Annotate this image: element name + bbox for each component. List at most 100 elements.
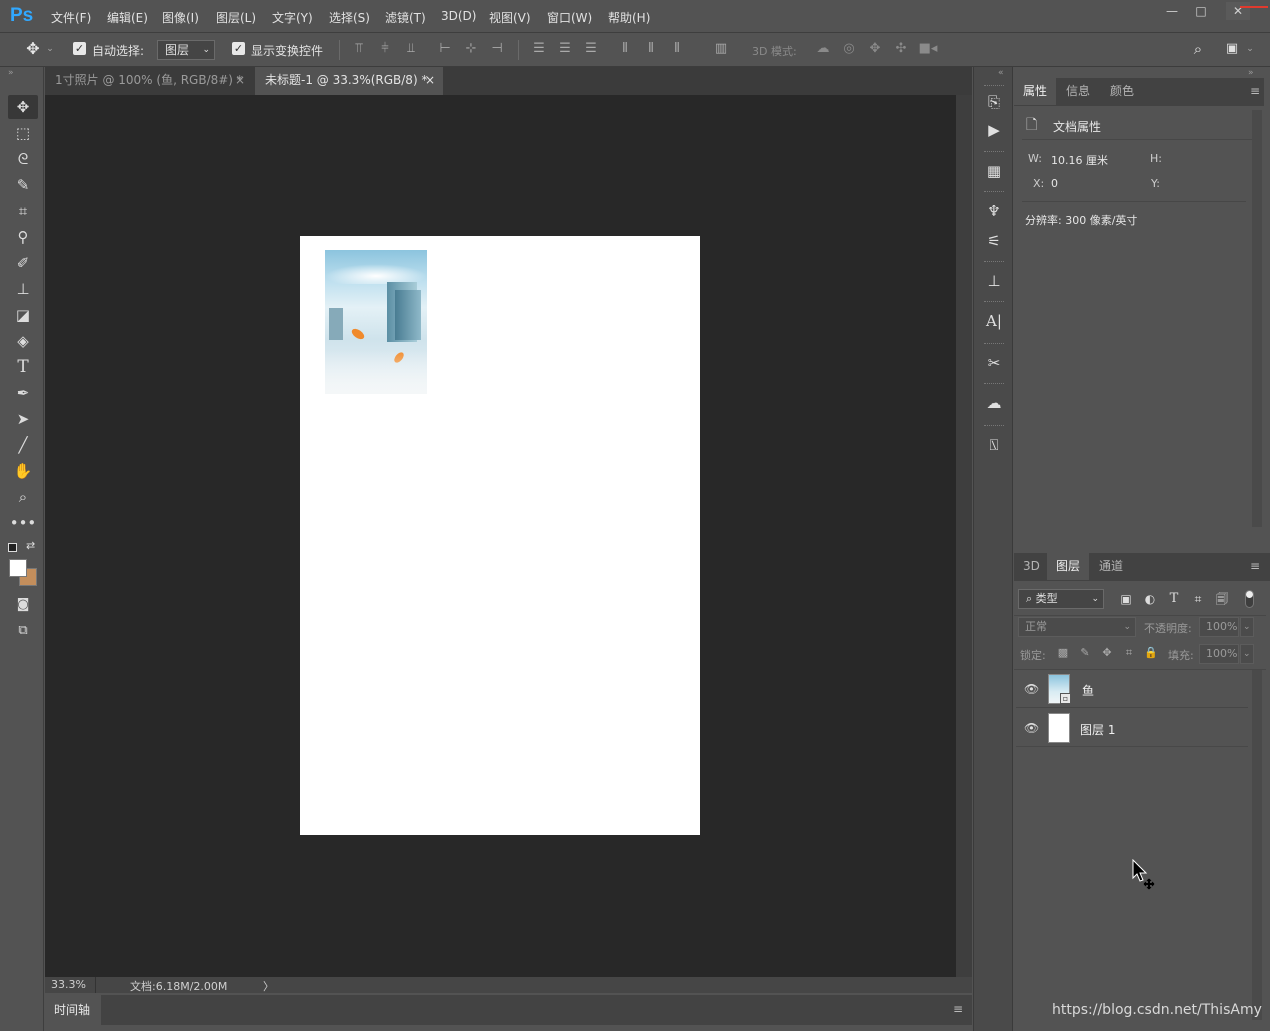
paths-icon[interactable]: ⍂	[982, 433, 1006, 457]
lasso-icon[interactable]: ᘓ	[8, 147, 38, 171]
filter-shape-icon[interactable]: ⌗	[1190, 589, 1206, 609]
zoom-level[interactable]: 33.3%	[51, 978, 86, 991]
filter-smart-object-icon[interactable]: 🗐	[1214, 589, 1230, 609]
lock-artboard-icon[interactable]: ⌗	[1122, 643, 1136, 663]
tab-channels[interactable]: 通道	[1090, 553, 1132, 580]
tab-3d[interactable]: 3D	[1014, 553, 1049, 580]
move-tool-icon[interactable]: ✥	[8, 95, 38, 119]
auto-select-dropdown[interactable]: 图层 ⌄	[157, 40, 215, 60]
visibility-eye-icon[interactable]: 👁	[1024, 682, 1039, 696]
workspace-chevron-down-icon[interactable]: ⌄	[1244, 39, 1256, 59]
vertical-scrollbar[interactable]	[956, 95, 972, 977]
width-value[interactable]: 10.16 厘米	[1051, 152, 1108, 168]
3d-slide-icon[interactable]: ✣	[892, 39, 910, 59]
collapse-toolbar-icon[interactable]: »	[8, 68, 14, 78]
menu-layer[interactable]: 图层(L)	[216, 9, 256, 26]
menu-image[interactable]: 图像(I)	[162, 9, 199, 26]
fill-chevron-down-icon[interactable]: ⌄	[1240, 644, 1254, 664]
brushes-icon[interactable]: ♆	[982, 199, 1006, 223]
search-icon[interactable]: ⌕	[1188, 39, 1208, 59]
actions-play-icon[interactable]: ▶	[982, 118, 1006, 142]
character-icon[interactable]: A|	[982, 309, 1006, 333]
clone-stamp-icon[interactable]: ⊥	[8, 277, 38, 301]
menu-help[interactable]: 帮助(H)	[608, 9, 650, 26]
document-canvas[interactable]	[300, 236, 700, 835]
panel-menu-icon[interactable]: ≡	[1250, 84, 1260, 98]
visibility-eye-icon[interactable]: 👁	[1024, 721, 1039, 735]
3d-scale-camera-icon[interactable]: ■◂	[918, 39, 938, 59]
menu-3d[interactable]: 3D(D)	[441, 9, 476, 23]
show-transform-checkbox[interactable]: ✓	[232, 42, 245, 55]
fill-input[interactable]: 100%	[1199, 644, 1239, 664]
path-selection-icon[interactable]: ➤	[8, 407, 38, 431]
distribute-vcenter-icon[interactable]: ☰	[556, 39, 574, 59]
3d-orbit-icon[interactable]: ☁	[814, 39, 832, 59]
auto-align-layers-icon[interactable]: ▥	[712, 39, 730, 59]
layers-scrollbar[interactable]	[1252, 670, 1262, 1020]
align-right-edges-icon[interactable]: ⊣	[488, 39, 506, 59]
minimize-button[interactable]: —	[1160, 2, 1184, 20]
layer-name[interactable]: 鱼	[1082, 682, 1094, 699]
align-vertical-centers-icon[interactable]: ⫩	[376, 39, 394, 59]
timeline-menu-icon[interactable]: ≡	[953, 1002, 963, 1016]
blend-mode-dropdown[interactable]: 正常 ⌄	[1018, 617, 1136, 637]
layer-name[interactable]: 图层 1	[1080, 721, 1115, 738]
quick-mask-icon[interactable]: ◙	[8, 593, 38, 617]
type-tool-icon[interactable]: T	[8, 355, 38, 379]
menu-filter[interactable]: 滤镜(T)	[385, 9, 426, 26]
3d-pan-icon[interactable]: ✥	[866, 39, 884, 59]
tab-color[interactable]: 颜色	[1101, 78, 1143, 105]
menu-type[interactable]: 文字(Y)	[272, 9, 313, 26]
menu-file[interactable]: 文件(F)	[51, 9, 91, 26]
history-icon[interactable]: ⎘	[982, 90, 1006, 114]
align-left-edges-icon[interactable]: ⊢	[436, 39, 454, 59]
paint-bucket-icon[interactable]: ◈	[8, 329, 38, 353]
distribute-left-icon[interactable]: ⦀	[616, 39, 634, 59]
menu-view[interactable]: 视图(V)	[489, 9, 531, 26]
tab-info[interactable]: 信息	[1057, 78, 1099, 105]
collapse-panels-icon[interactable]: »	[1248, 68, 1254, 78]
maximize-button[interactable]: □	[1189, 2, 1213, 20]
filter-pixel-icon[interactable]: ▣	[1118, 589, 1134, 609]
filter-type-icon[interactable]: T	[1166, 589, 1182, 609]
align-horizontal-centers-icon[interactable]: ⊹	[462, 39, 480, 59]
align-top-edges-icon[interactable]: ⫪	[350, 39, 368, 59]
crop-icon[interactable]: ⌗	[8, 199, 38, 223]
move-tool-icon[interactable]: ✥	[22, 39, 44, 59]
distribute-right-icon[interactable]: ⦀	[668, 39, 686, 59]
swap-colors-icon[interactable]: ⇄	[26, 539, 35, 552]
zoom-tool-icon[interactable]: ⌕	[8, 485, 38, 509]
x-value[interactable]: 0	[1051, 177, 1058, 190]
canvas-area[interactable]	[45, 95, 956, 977]
quick-selection-icon[interactable]: ✎	[8, 173, 38, 197]
properties-scrollbar[interactable]	[1252, 110, 1262, 527]
layer-row-fish[interactable]: 👁 ▫ 鱼	[1016, 670, 1248, 708]
eraser-icon[interactable]: ◪	[8, 303, 38, 327]
default-colors-icon[interactable]	[8, 543, 17, 552]
panel-menu-icon[interactable]: ≡	[1250, 559, 1260, 573]
screen-mode-icon[interactable]: ⧉	[8, 619, 38, 643]
auto-select-checkbox[interactable]: ✓	[73, 42, 86, 55]
collapse-dock-icon[interactable]: «	[998, 68, 1004, 78]
lock-transparent-pixels-icon[interactable]: ▩	[1056, 643, 1070, 663]
tool-presets-icon[interactable]: ✂	[982, 351, 1006, 375]
tab-timeline[interactable]: 时间轴	[45, 995, 101, 1025]
foreground-color-swatch[interactable]	[9, 559, 27, 577]
lock-image-pixels-icon[interactable]: ✎	[1078, 643, 1092, 663]
tab-close-icon[interactable]: ×	[425, 67, 435, 94]
status-menu-arrow-icon[interactable]: 〉	[263, 978, 274, 994]
menu-edit[interactable]: 编辑(E)	[107, 9, 148, 26]
distribute-bottom-icon[interactable]: ☰	[582, 39, 600, 59]
more-tools-icon[interactable]: •••	[8, 511, 38, 535]
opacity-input[interactable]: 100%	[1199, 617, 1239, 637]
pen-tool-icon[interactable]: ✒	[8, 381, 38, 405]
tab-properties[interactable]: 属性	[1014, 78, 1057, 105]
tab-id-photo[interactable]: 1寸照片 @ 100% (鱼, RGB/8#) * ×	[45, 67, 253, 95]
menu-select[interactable]: 选择(S)	[329, 9, 370, 26]
layer-row-layer1[interactable]: 👁 图层 1	[1016, 709, 1248, 747]
swatches-grid-icon[interactable]: ▦	[982, 159, 1006, 183]
menu-window[interactable]: 窗口(W)	[547, 9, 592, 26]
eyedropper-icon[interactable]: ⚲	[8, 225, 38, 249]
lock-position-icon[interactable]: ✥	[1100, 643, 1114, 663]
libraries-icon[interactable]: ☁	[982, 391, 1006, 415]
